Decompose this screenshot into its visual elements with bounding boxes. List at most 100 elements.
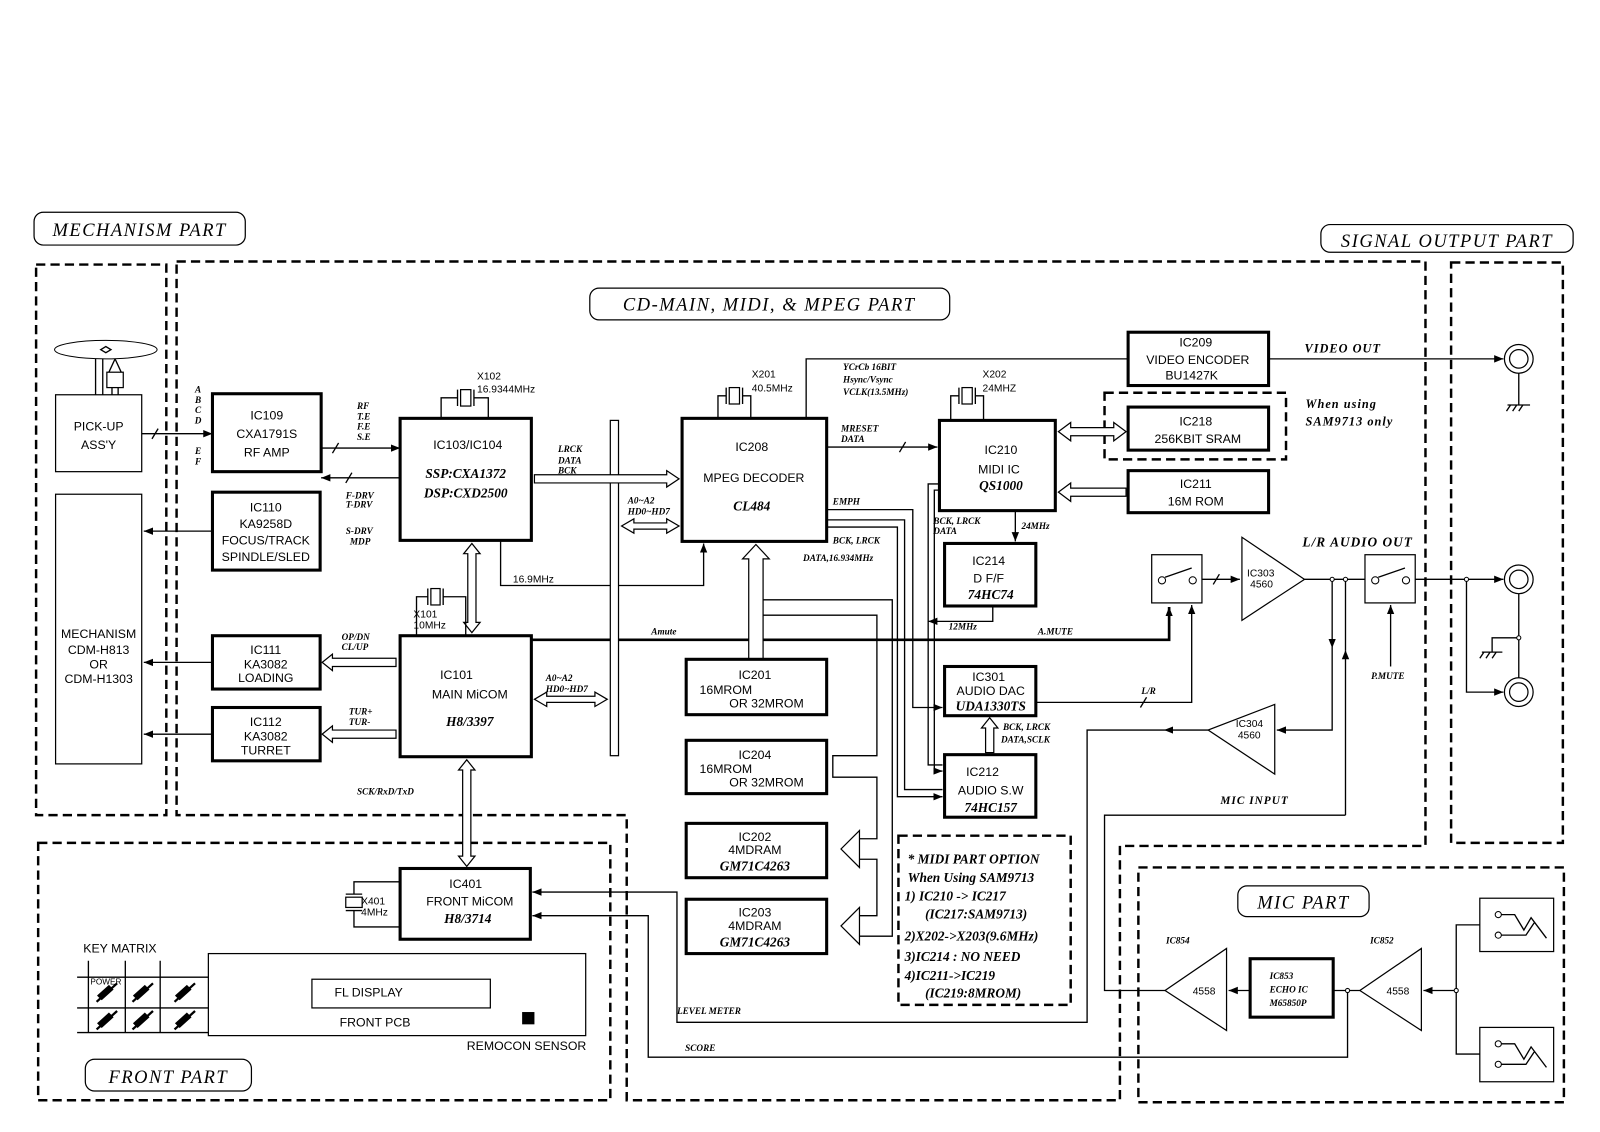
- block-text: IC853: [1269, 971, 1294, 981]
- block-text: KA3082: [244, 729, 288, 743]
- crystal-label: X101: [413, 609, 437, 620]
- block-text: AUDIO DAC: [957, 684, 1025, 698]
- block-text: IC204: [738, 748, 771, 762]
- signal-label: T-DRV: [346, 500, 373, 510]
- signal-label: BCK, LRCK: [932, 516, 981, 526]
- ic210-midi-ic: IC210 MIDI IC QS1000: [937, 418, 1057, 513]
- block-text: M65850P: [1269, 998, 1307, 1008]
- block-text: ECHO IC: [1269, 985, 1309, 995]
- disc-icon: [54, 339, 158, 395]
- block-text: IC214: [972, 554, 1005, 568]
- signal-label: F.E: [356, 422, 370, 432]
- signal-label: HD0~HD7: [545, 684, 589, 694]
- note-line: * MIDI PART OPTION: [908, 851, 1041, 866]
- block-text: H8/3714: [443, 911, 492, 926]
- key-switch-icon: [131, 982, 154, 1003]
- block-text: IC401: [449, 877, 482, 891]
- crystal-x201-icon: X201 40.5MHz: [717, 369, 793, 419]
- crystal-label: X201: [752, 369, 776, 380]
- block-text: IC209: [1179, 336, 1212, 350]
- mic-jack-bus-line: [1455, 924, 1480, 1055]
- fl-display-label: FL DISPLAY: [334, 986, 402, 1000]
- block-text: KA9258D: [239, 517, 292, 531]
- block-text: PICK-UP: [74, 420, 124, 434]
- signal-label: C: [195, 405, 202, 415]
- bus-ic208-arrow: [620, 517, 681, 535]
- video-out-label: VIDEO OUT: [1304, 342, 1381, 356]
- signal-label: L/R: [1140, 686, 1155, 696]
- signal-label: DATA,16.934MHz: [802, 553, 874, 563]
- block-text: AUDIO S.W: [958, 784, 1024, 798]
- signal-label: TUR-: [349, 717, 371, 727]
- crystal-x202-icon: X202 24MHZ: [950, 369, 1017, 421]
- crystal-label: X401: [361, 896, 385, 907]
- block-text: UDA1330TS: [956, 699, 1026, 714]
- crystal-x102-icon: X102 16.9344MHz: [440, 371, 535, 419]
- block-text: IC101: [440, 668, 473, 682]
- audio-out-label: L/R AUDIO OUT: [1301, 535, 1412, 550]
- ic112-turret: IC112 KA3082 TURRET: [210, 705, 322, 763]
- block-text: 256KBIT SRAM: [1155, 432, 1242, 446]
- block-text: GM71C4263: [720, 934, 791, 949]
- block-text: 74HC74: [968, 587, 1014, 602]
- signal-label: B: [194, 395, 201, 405]
- sram-option-note: SAM9713 only: [1306, 415, 1394, 429]
- signal-label: DATA: [932, 526, 957, 536]
- power-key-label: POWER: [90, 977, 121, 986]
- key-matrix: POWER: [77, 960, 209, 1034]
- junction-dot: [1344, 987, 1351, 994]
- memory-bus-arrow-ic203: [840, 905, 861, 946]
- block-text: IC211: [1180, 477, 1212, 491]
- crystal-label: X102: [477, 371, 501, 382]
- ic203-dram: IC203 4MDRAM GM71C4263: [684, 897, 829, 956]
- block-text: KA3082: [244, 658, 288, 672]
- block-text: OR 32MROM: [729, 775, 803, 789]
- ic212-audio-switch: IC212 AUDIO S.W 74HC157: [943, 753, 1038, 819]
- midi-part-option-note: * MIDI PART OPTION When Using SAM9713 1)…: [904, 851, 1041, 1000]
- key-switch-icon: [173, 982, 196, 1003]
- note-line: 3)IC214 : NO NEED: [904, 949, 1021, 964]
- signal-label: VCLK(13.5MHz): [843, 387, 908, 397]
- note-line: 2)X202->X203(9.6MHz): [904, 928, 1039, 943]
- block-text: CDM-H813: [68, 643, 130, 657]
- block-text: IC218: [1179, 415, 1212, 429]
- block-text: 16MROM: [700, 683, 753, 697]
- junction-dot: [1453, 987, 1459, 994]
- ic101-ic401-bus-arrow: [457, 758, 477, 868]
- block-text: ASS'Y: [81, 438, 116, 452]
- signal-label: E: [194, 446, 201, 456]
- ic201-to-ic208-arrow: [741, 543, 771, 660]
- signal-label: LRCK: [557, 444, 583, 454]
- signal-label: YCrCb 16BIT: [843, 362, 896, 372]
- ic110-driver: IC110 KA9258D FOCUS/TRACK SPINDLE/SLED: [210, 490, 322, 572]
- block-text: 4558: [1387, 987, 1410, 998]
- block-text: IC210: [985, 443, 1018, 457]
- ic301-audio-dac: IC301 AUDIO DAC UDA1330TS: [943, 664, 1038, 718]
- block-text: IC109: [250, 408, 283, 422]
- block-diagram: MECHANISM PART SIGNAL OUTPUT PART CD-MAI…: [0, 0, 1600, 1132]
- block-text: OR: [89, 658, 108, 672]
- signal-output-frame: [1449, 261, 1565, 845]
- jack-ground-line: [1491, 637, 1519, 653]
- ic218-sram: IC218 256KBIT SRAM: [1126, 405, 1271, 452]
- block-text: MAIN MiCOM: [432, 687, 508, 701]
- pickup-assembly: PICK-UP ASS'Y: [54, 394, 143, 473]
- signal-label: A0~A2: [545, 673, 573, 683]
- block-text: DSP:CXD2500: [423, 485, 508, 500]
- block-text: IC208: [735, 440, 768, 454]
- signal-label: A.MUTE: [1037, 627, 1073, 637]
- audio-out-l-jack-icon: [1503, 564, 1534, 595]
- mic-title-text: MIC PART: [1256, 892, 1350, 912]
- block-text: H8/3397: [445, 714, 495, 729]
- crystal-label: 24MHZ: [983, 384, 1017, 395]
- block-text: IC301: [972, 670, 1005, 684]
- block-text: IC110: [250, 501, 282, 515]
- ic202-dram: IC202 4MDRAM GM71C4263: [684, 821, 829, 880]
- front-part-title: FRONT PART: [84, 1058, 253, 1092]
- signal-label: EMPH: [832, 496, 861, 506]
- tap-to-ic304-line: [1276, 648, 1333, 734]
- block-text: D F/F: [973, 571, 1004, 585]
- mechanism-title-text: MECHANISM PART: [52, 220, 228, 240]
- ic201-rom: IC201 16MROM OR 32MROM: [684, 657, 829, 717]
- block-text: IC103/IC104: [433, 438, 502, 452]
